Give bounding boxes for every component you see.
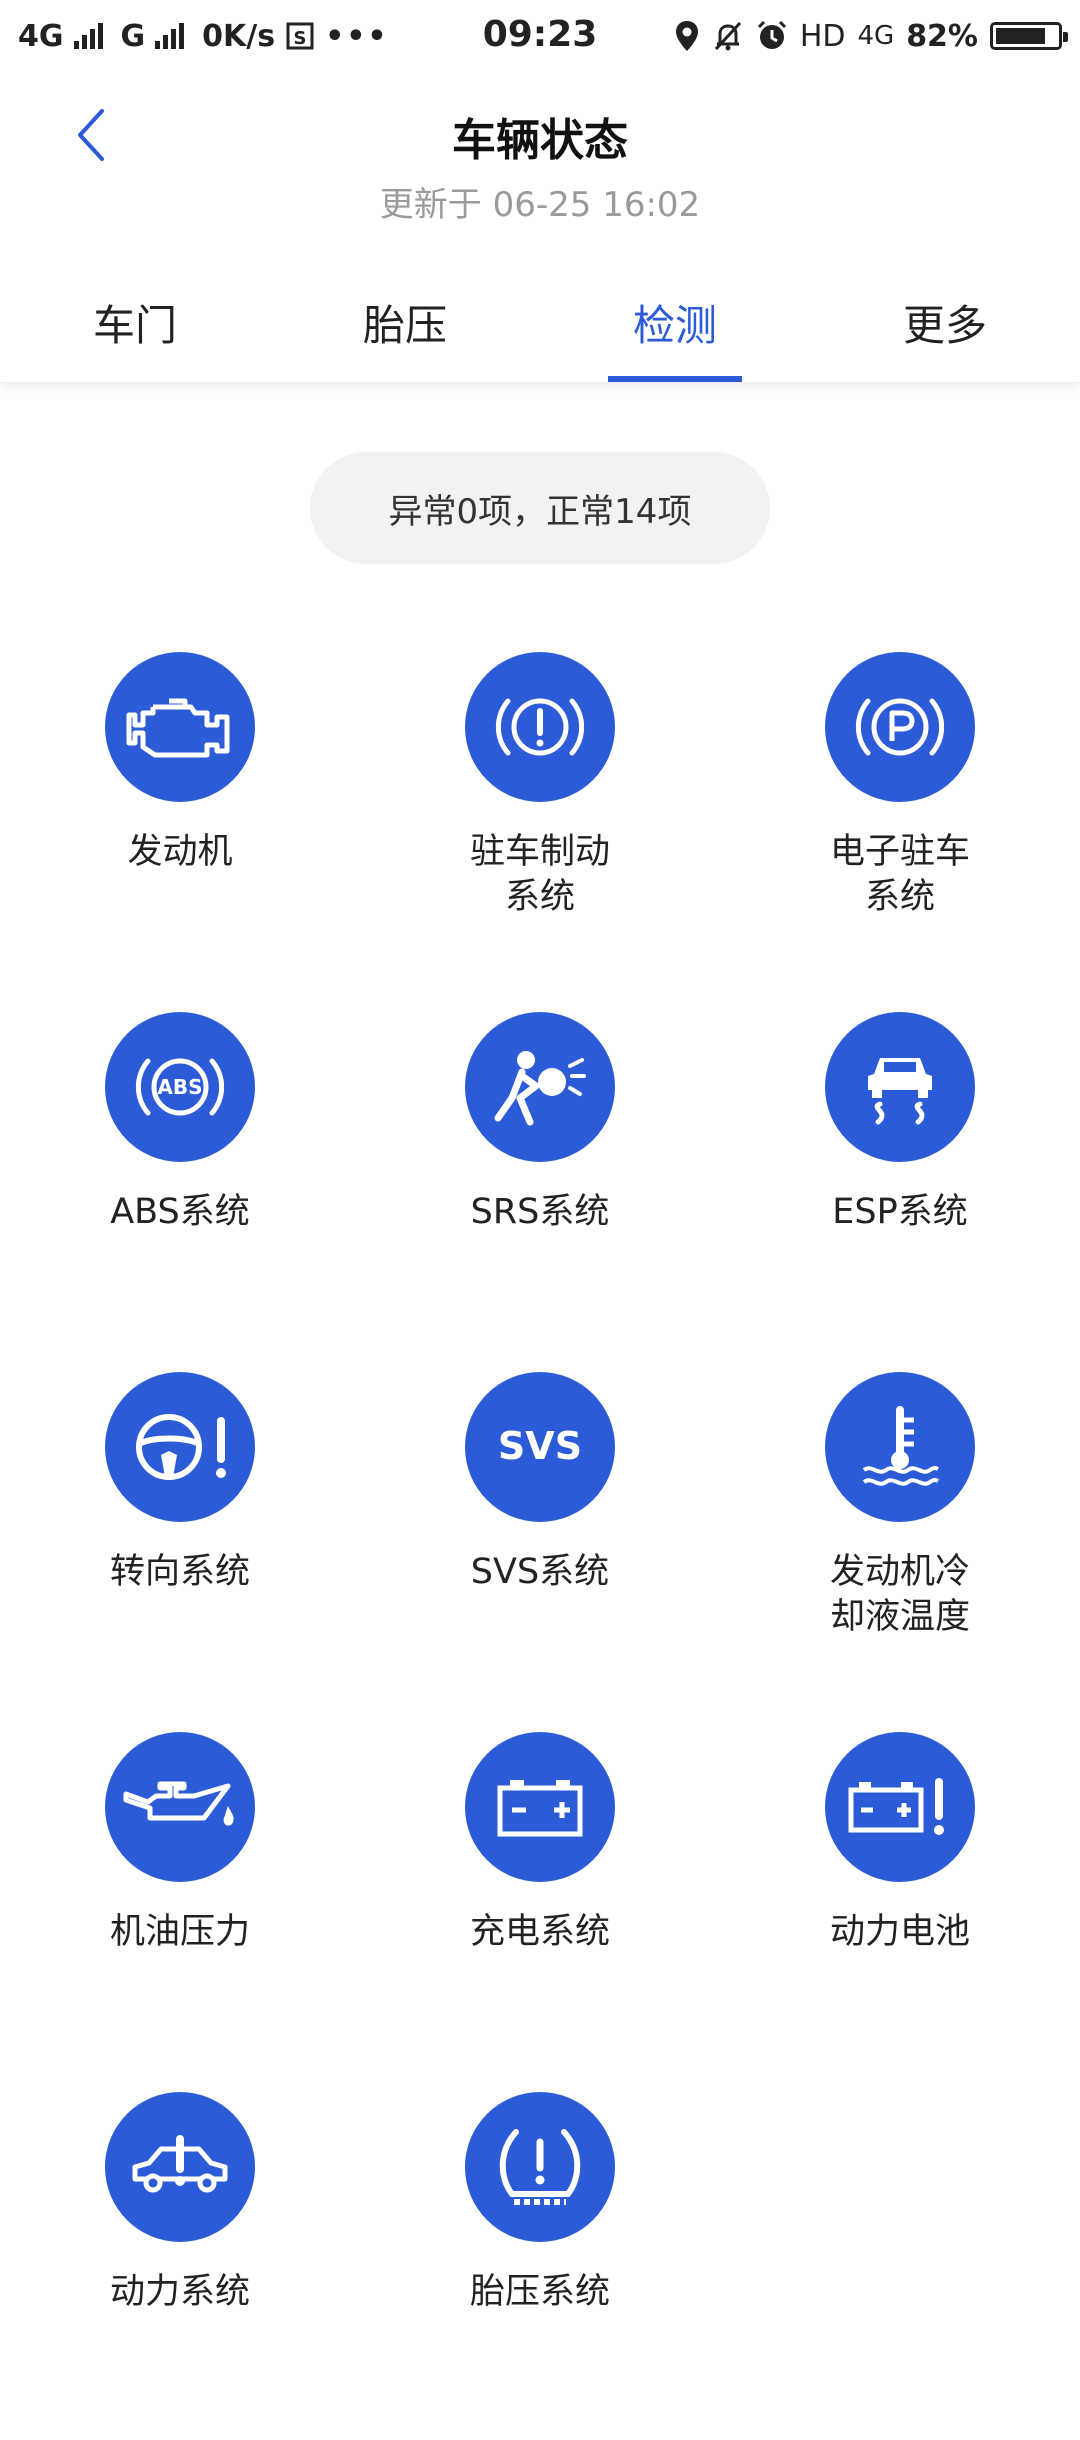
network-type-3: 4G [857,21,895,51]
svg-text:SVS: SVS [498,1424,582,1468]
detection-item-srs[interactable]: SRS系统 [360,1012,720,1235]
detection-item-svs[interactable]: SVS SVS系统 [360,1372,720,1595]
detection-item-electronic-parking[interactable]: 电子驻车系统 [720,652,1080,920]
tab-detection[interactable]: 检测 [540,262,810,382]
detection-item-esp[interactable]: ESP系统 [720,1012,1080,1235]
parking-brake-icon [465,652,615,802]
detection-item-steering[interactable]: 转向系统 [0,1372,360,1595]
item-label: 动力系统 [109,2272,250,2312]
tab-label: 检测 [632,300,717,350]
tab-label: 车门 [92,300,177,350]
electronic-parking-icon [825,652,975,802]
oil-pressure-icon [105,1732,255,1882]
update-time: 更新于 06-25 16:02 [379,185,701,225]
item-label: ABS系统 [110,1192,250,1232]
tab-indicator [608,376,742,382]
location-icon [674,20,700,52]
battery-icon [990,22,1068,50]
tab-bar: 车门 胎压 检测 更多 [0,262,1080,383]
detection-item-power-battery[interactable]: 动力电池 [720,1732,1080,1955]
powertrain-icon [105,2092,255,2242]
status-summary: 异常0项，正常14项 [310,452,770,564]
battery-icon [465,1732,615,1882]
item-label: 充电系统 [469,1912,610,1952]
tire-pressure-icon [465,2092,615,2242]
item-label: 发动机冷却液温度 [829,1552,970,1637]
coolant-temperature-icon [825,1372,975,1522]
tab-tire-pressure[interactable]: 胎压 [270,262,540,382]
item-label: 胎压系统 [469,2272,610,2312]
item-label: 机油压力 [109,1912,250,1952]
tab-label: 更多 [902,300,987,350]
abs-icon: ABS [105,1012,255,1162]
battery-percent: 82% [906,18,978,54]
tab-doors[interactable]: 车门 [0,262,270,382]
svs-icon: SVS [465,1372,615,1522]
item-label: 电子驻车系统 [829,832,970,917]
detection-item-parking-brake[interactable]: 驻车制动系统 [360,652,720,920]
hd-label: HD [799,18,846,54]
item-label: SVS系统 [470,1552,610,1592]
esp-icon [825,1012,975,1162]
page-title: 车辆状态 [452,115,628,166]
airbag-icon [465,1012,615,1162]
status-bar: 4G G 0K/s S ••• 09:23 HD 4G 82% [0,0,1080,72]
tab-label: 胎压 [362,300,447,350]
detection-item-abs[interactable]: ABS ABS系统 [0,1012,360,1235]
item-label: SRS系统 [470,1192,610,1232]
power-battery-icon [825,1732,975,1882]
detection-item-powertrain[interactable]: 动力系统 [0,2092,360,2315]
svg-text:ABS: ABS [157,1075,202,1099]
detection-item-tire-pressure[interactable]: 胎压系统 [360,2092,720,2315]
item-label: 驻车制动系统 [469,832,610,917]
item-label: 动力电池 [829,1912,970,1952]
mute-bell-icon [712,20,744,52]
item-label: ESP系统 [832,1192,968,1232]
detection-item-charging[interactable]: 充电系统 [360,1732,720,1955]
steering-icon [105,1372,255,1522]
item-label: 发动机 [127,832,233,872]
alarm-icon [756,20,788,52]
detection-item-oil-pressure[interactable]: 机油压力 [0,1732,360,1955]
detection-item-engine[interactable]: 发动机 [0,652,360,875]
status-right: HD 4G 82% [674,14,1068,58]
detection-item-coolant[interactable]: 发动机冷却液温度 [720,1372,1080,1640]
item-label: 转向系统 [109,1552,250,1592]
engine-icon [105,652,255,802]
tab-more[interactable]: 更多 [810,262,1080,382]
